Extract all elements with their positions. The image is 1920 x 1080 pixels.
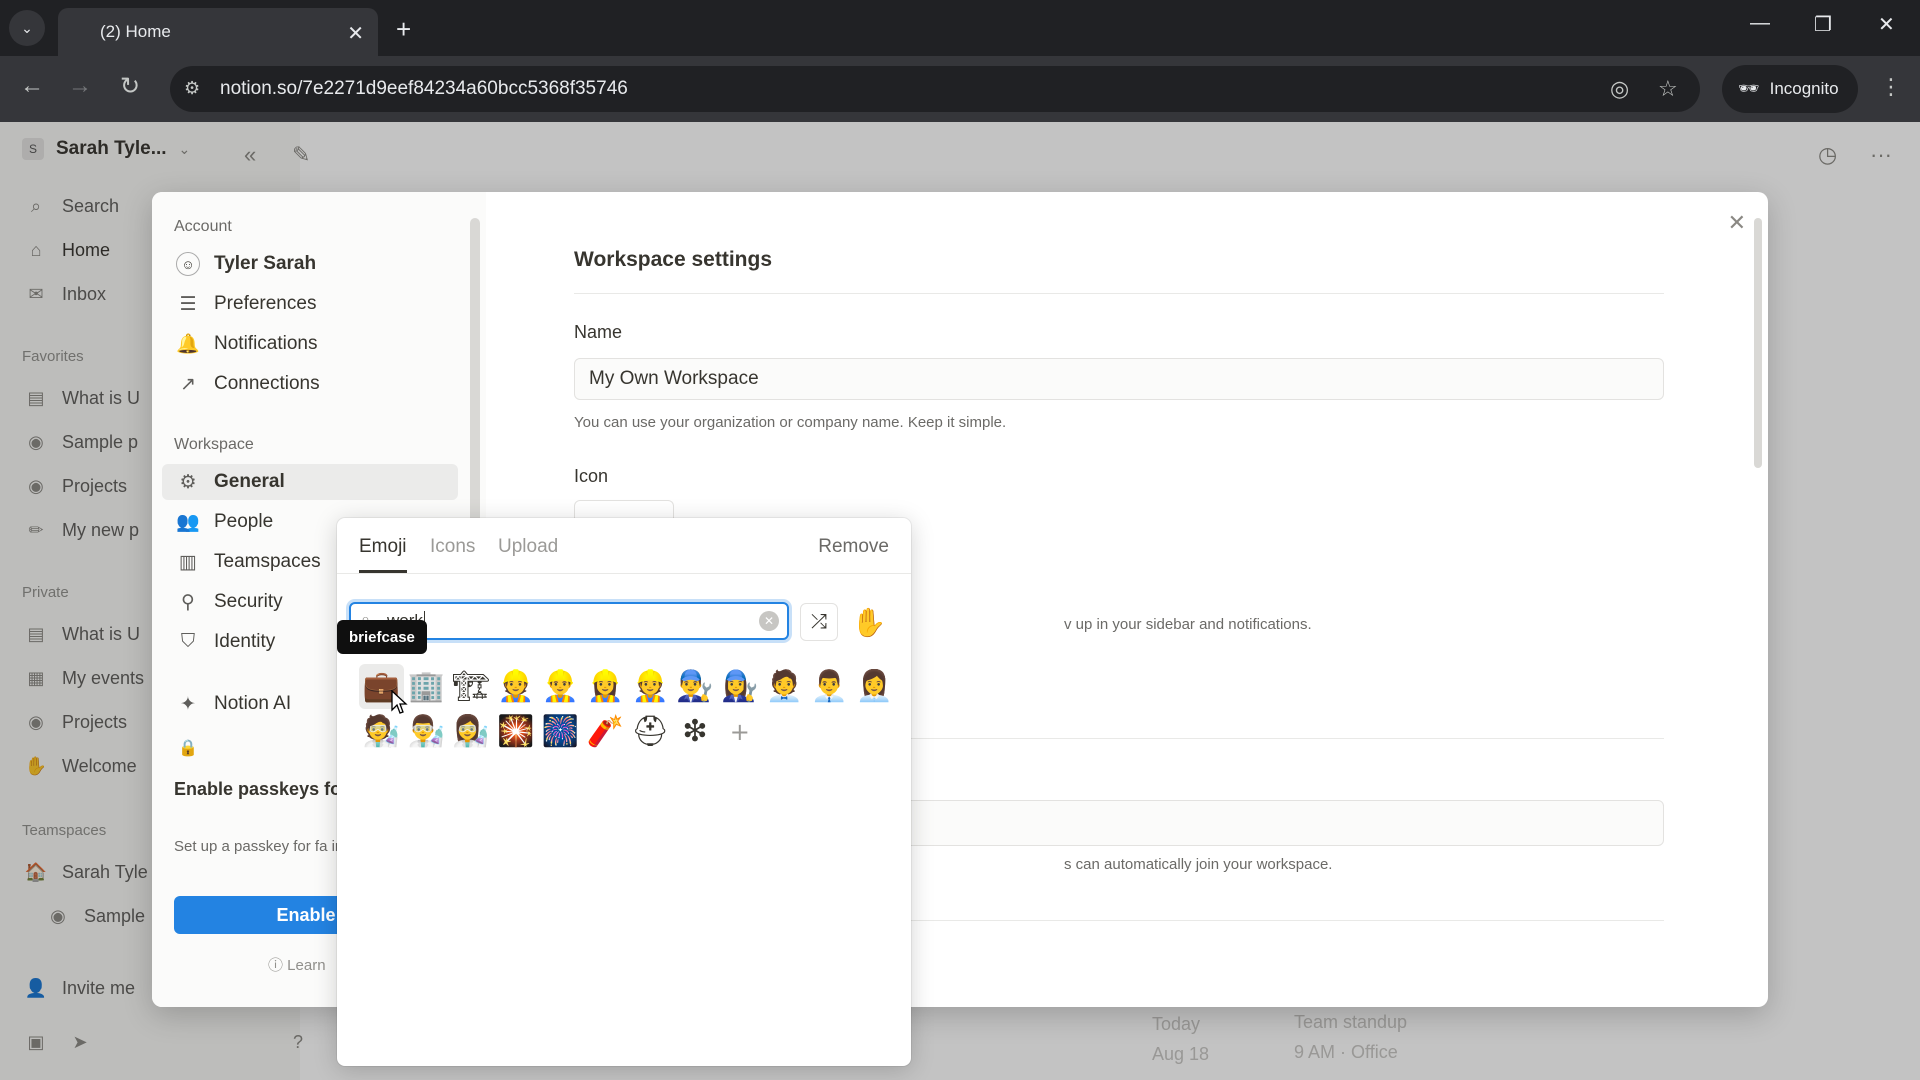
skin-tone-button[interactable]: ✋ <box>849 602 889 642</box>
divider <box>574 293 1664 294</box>
avatar-icon: ☺ <box>176 252 200 276</box>
emoji-option[interactable]: 👷 <box>628 664 673 709</box>
people-icon: 👥 <box>176 512 200 533</box>
browser-menu-icon[interactable]: ⋮ <box>1880 74 1902 100</box>
emoji-option[interactable]: 🏢 <box>404 664 449 709</box>
forward-icon[interactable]: → <box>68 72 92 100</box>
nav-item-connections[interactable]: ↗ Connections <box>162 366 458 402</box>
incognito-icon: 🕶 <box>1738 79 1760 98</box>
account-heading: Account <box>174 218 232 235</box>
key-icon: ⚲ <box>181 591 195 613</box>
browser-toolbar: ← → ↻ ⚙ notion.so/7e2271d9eef84234a60bcc… <box>0 56 1920 122</box>
tab-emoji[interactable]: Emoji <box>359 536 407 558</box>
tab-search-button[interactable]: ⌄ <box>9 10 45 46</box>
site-info-icon[interactable]: ⚙ <box>184 78 200 99</box>
emoji-option[interactable]: 👷 <box>493 664 538 709</box>
emoji-option[interactable]: 👩‍💼 <box>852 664 897 709</box>
eye-off-icon[interactable]: ◎ <box>1610 76 1629 102</box>
active-tab-indicator <box>359 570 407 573</box>
clear-search-icon[interactable]: ✕ <box>759 611 779 631</box>
tab-icons[interactable]: Icons <box>430 536 475 558</box>
close-window-icon[interactable]: ✕ <box>1878 12 1895 37</box>
nav-item-preferences[interactable]: ☰ Preferences <box>162 286 458 322</box>
minimize-icon[interactable]: — <box>1750 12 1770 35</box>
tab-title: (2) Home <box>100 22 171 41</box>
sliders-icon: ☰ <box>179 293 197 315</box>
lock-icon: 🔒 <box>178 740 198 757</box>
emoji-option[interactable]: 👨‍🔧 <box>673 664 718 709</box>
icon-label: Icon <box>574 466 609 486</box>
emoji-option[interactable]: ❇ <box>673 709 718 754</box>
emoji-option[interactable]: 👨‍💼 <box>807 664 852 709</box>
nav-item-profile[interactable]: ☺ Tyler Sarah <box>162 246 458 282</box>
bell-icon: 🔔 <box>176 334 200 355</box>
back-icon[interactable]: ← <box>20 72 44 100</box>
picker-tabs: Emoji Icons Upload Remove <box>337 518 911 574</box>
emoji-option[interactable]: 👷‍♂️ <box>538 664 583 709</box>
emoji-option[interactable]: 🧑‍💼 <box>762 664 807 709</box>
bookmark-star-icon[interactable]: ☆ <box>1658 76 1678 102</box>
address-bar[interactable]: ⚙ notion.so/7e2271d9eef84234a60bcc5368f3… <box>170 66 1700 112</box>
external-link-icon: ↗ <box>180 373 196 395</box>
reload-icon[interactable]: ↻ <box>120 72 140 101</box>
emoji-option[interactable]: 🏗 <box>449 664 494 709</box>
mouse-cursor-icon <box>391 690 408 714</box>
domain-help-text: s can automatically join your workspace. <box>1064 856 1333 873</box>
name-label: Name <box>574 322 623 342</box>
tab-upload[interactable]: Upload <box>498 536 558 558</box>
close-tab-icon[interactable]: ✕ <box>347 21 364 46</box>
page-title: Workspace settings <box>574 248 773 271</box>
incognito-label: Incognito <box>1769 79 1839 98</box>
settings-nav-scrollbar[interactable] <box>470 218 480 558</box>
workspace-name-input[interactable]: My Own Workspace <box>574 358 1664 400</box>
workspace-heading: Workspace <box>174 436 254 453</box>
emoji-option[interactable]: 🎆 <box>538 709 583 754</box>
nav-item-notifications[interactable]: 🔔 Notifications <box>162 326 458 362</box>
icon-help-text: v up in your sidebar and notifications. <box>1064 616 1312 633</box>
emoji-option[interactable]: ⛑ <box>628 709 673 754</box>
shield-check-icon: ⛉ <box>180 631 196 652</box>
nav-item-general[interactable]: ⚙ General <box>162 464 458 500</box>
random-emoji-button[interactable]: ⤮ <box>800 603 838 641</box>
learn-more-link[interactable]: ⓘ Learn <box>268 954 326 975</box>
emoji-option[interactable]: 🧨 <box>583 709 628 754</box>
emoji-picker: Emoji Icons Upload Remove ⌕ work ✕ ⤮ ✋ 💼… <box>337 518 911 1066</box>
browser-tab[interactable]: (2) Home ✕ <box>58 8 378 56</box>
emoji-option[interactable]: 👩‍🔬 <box>449 709 494 754</box>
name-help-text: You can use your organization or company… <box>574 414 1007 431</box>
emoji-option[interactable]: 👨‍🔬 <box>404 709 449 754</box>
remove-button[interactable]: Remove <box>818 536 889 558</box>
emoji-tooltip: briefcase <box>337 620 427 654</box>
workspace-icon-button[interactable] <box>574 500 674 520</box>
close-icon[interactable]: ✕ <box>1728 210 1746 236</box>
sparkle-icon: ✦ <box>180 693 196 715</box>
url-text: notion.so/7e2271d9eef84234a60bcc5368f357… <box>220 78 628 99</box>
emoji-option[interactable]: 🎇 <box>493 709 538 754</box>
restore-icon[interactable]: ❐ <box>1814 12 1832 37</box>
new-tab-icon[interactable]: + <box>396 14 411 45</box>
browser-tab-strip: ⌄ (2) Home ✕ + — ❐ ✕ <box>0 0 1920 56</box>
emoji-option[interactable]: 👷‍♀️ <box>583 664 628 709</box>
settings-content-scrollbar[interactable] <box>1754 218 1762 468</box>
gear-icon: ⚙ <box>179 471 197 493</box>
emoji-option[interactable]: 👩‍🔧 <box>717 664 762 709</box>
add-custom-emoji-icon[interactable]: + <box>717 709 762 754</box>
building-icon: ▥ <box>179 551 197 573</box>
incognito-badge[interactable]: 🕶 Incognito <box>1722 65 1858 113</box>
emoji-grid: 💼 🏢 🏗 👷 👷‍♂️ 👷‍♀️ 👷 👨‍🔧 👩‍🔧 🧑‍💼 👨‍💼 👩‍💼 🧑‍🔬 👨‍🔬 👩‍🔬 🎇 🎆 🧨… <box>359 664 899 754</box>
